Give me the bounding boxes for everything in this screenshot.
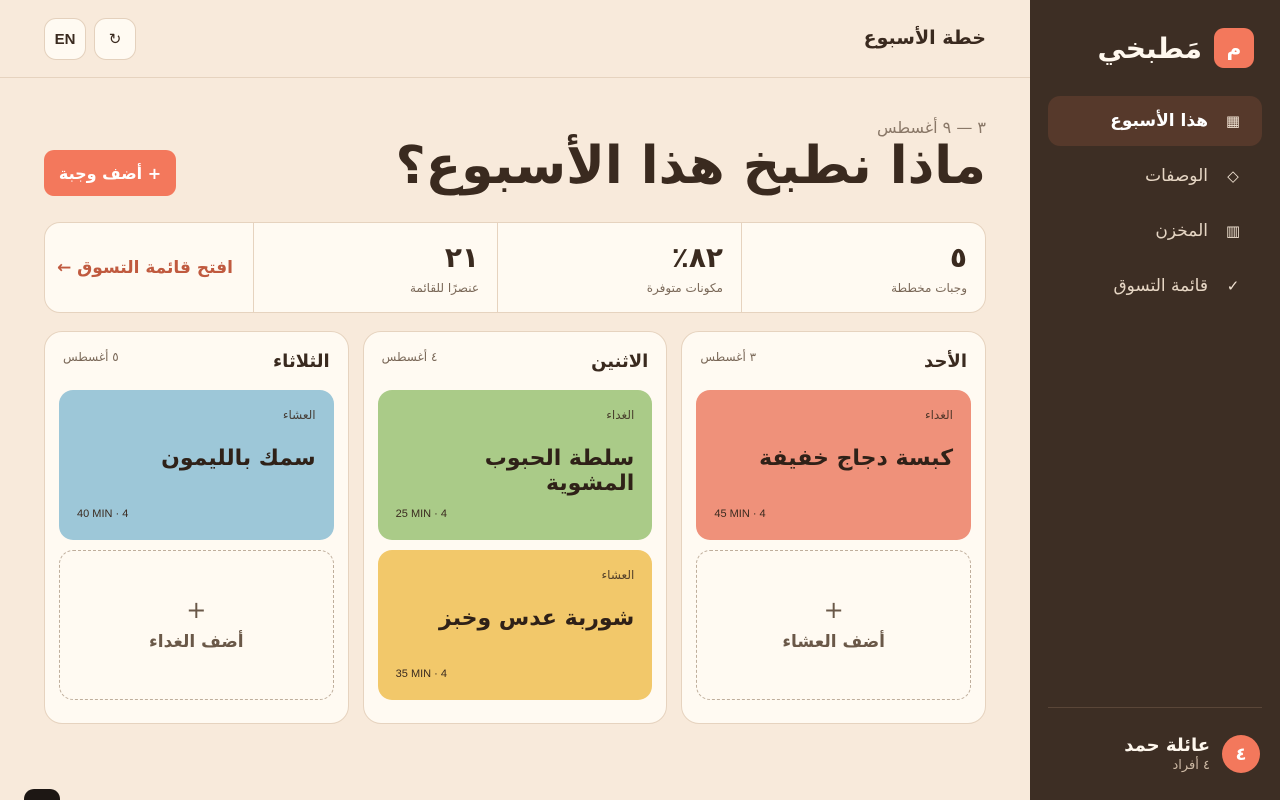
family-info: عائلة حمد ٤ أفراد	[1124, 735, 1210, 773]
meal-meta: 40 MIN · 4	[76, 508, 129, 520]
day-header: الاثنين ٤ أغسطس	[378, 332, 653, 390]
add-lunch-slot[interactable]: + أضف الغداء	[58, 550, 334, 700]
day-name: الثلاثاء	[272, 350, 330, 372]
add-slot-label: أضف الغداء	[149, 632, 244, 652]
meal-type: الغداء	[924, 408, 953, 422]
day-header: الأحد ٣ أغسطس	[696, 332, 971, 390]
avatar: ٤	[1222, 735, 1260, 773]
sidebar-nav: ▦ هذا الأسبوع ◇ الوصفات ▥ المخزن ✓ قائمة…	[1048, 96, 1262, 316]
add-dinner-slot[interactable]: + أضف العشاء	[696, 550, 971, 700]
refresh-button[interactable]: ↻	[94, 18, 136, 60]
topbar-title: خطة الأسبوع	[863, 27, 986, 49]
brand[interactable]: م مَطبخي	[1097, 28, 1254, 68]
meal-meta: 45 MIN · 4	[714, 508, 766, 520]
stats-bar: ٥ وجبات مخططة ٨٢٪ مكونات متوفرة ٢١ عنصرً…	[44, 222, 986, 313]
stat-label: مكونات متوفرة	[646, 280, 723, 295]
sidebar: م مَطبخي ▦ هذا الأسبوع ◇ الوصفات ▥ المخز…	[1030, 0, 1280, 800]
calendar-grid-icon: ▦	[1225, 112, 1241, 130]
meal-meta: 35 MIN · 4	[395, 668, 448, 680]
stat-value: ٢١	[444, 241, 479, 274]
sidebar-item-label: هذا الأسبوع	[1110, 111, 1208, 131]
stat-available-ingredients: ٨٢٪ مكونات متوفرة	[497, 223, 741, 312]
sidebar-item-label: قائمة التسوق	[1113, 276, 1208, 296]
language-toggle-button[interactable]: EN	[44, 18, 86, 60]
meal-type: العشاء	[282, 408, 316, 422]
plus-icon: +	[823, 596, 844, 624]
day-column-sunday: الأحد ٣ أغسطس الغداء كبسة دجاج خفيفة 45 …	[681, 331, 986, 724]
meal-name: شوربة عدس وخبز	[439, 606, 635, 631]
stat-value: ٨٢٪	[671, 241, 723, 274]
day-column-monday: الاثنين ٤ أغسطس الغداء سلطة الحبوب المشو…	[362, 331, 668, 724]
day-name: الاثنين	[591, 350, 649, 372]
pantry-icon: ▥	[1225, 222, 1241, 240]
sidebar-item-label: المخزن	[1155, 221, 1208, 241]
meal-meta: 25 MIN · 4	[395, 508, 448, 520]
meal-card[interactable]: العشاء سمك بالليمون 40 MIN · 4	[58, 390, 334, 540]
brand-logo-icon: م	[1214, 28, 1254, 68]
week-days: الأحد ٣ أغسطس الغداء كبسة دجاج خفيفة 45 …	[43, 331, 986, 724]
day-date: ٣ أغسطس	[700, 350, 757, 364]
sidebar-item-label: الوصفات	[1145, 166, 1208, 186]
refresh-icon: ↻	[108, 30, 122, 48]
meal-card[interactable]: العشاء شوربة عدس وخبز 35 MIN · 4	[377, 550, 653, 700]
meal-card[interactable]: الغداء سلطة الحبوب المشوية 25 MIN · 4	[377, 390, 653, 540]
sidebar-item-recipes[interactable]: ◇ الوصفات	[1048, 151, 1262, 201]
date-range: ٣ — ٩ أغسطس	[876, 118, 986, 137]
meal-name: كبسة دجاج خفيفة	[759, 446, 953, 471]
help-chip[interactable]	[24, 789, 60, 800]
add-slot-label: أضف العشاء	[782, 632, 885, 652]
day-date: ٥ أغسطس	[62, 350, 119, 364]
meal-name: سمك بالليمون	[161, 446, 316, 471]
sidebar-item-shopping-list[interactable]: ✓ قائمة التسوق	[1048, 261, 1262, 311]
day-column-tuesday: الثلاثاء ٥ أغسطس العشاء سمك بالليمون 40 …	[43, 331, 349, 724]
stat-label: وجبات مخططة	[891, 280, 967, 295]
plus-icon: +	[186, 596, 207, 624]
day-date: ٤ أغسطس	[381, 350, 438, 364]
family-members-count: ٤ أفراد	[1172, 758, 1210, 773]
meal-type: العشاء	[601, 568, 635, 582]
sidebar-item-this-week[interactable]: ▦ هذا الأسبوع	[1048, 96, 1262, 146]
stat-label: عنصرًا للقائمة	[409, 280, 479, 295]
sidebar-item-pantry[interactable]: ▥ المخزن	[1048, 206, 1262, 256]
day-header: الثلاثاء ٥ أغسطس	[59, 332, 334, 390]
meal-type: الغداء	[606, 408, 635, 422]
stat-planned-meals: ٥ وجبات مخططة	[741, 223, 985, 312]
family-profile[interactable]: ٤ عائلة حمد ٤ أفراد	[1048, 707, 1262, 800]
diamond-icon: ◇	[1227, 167, 1239, 185]
page-title: ماذا نطبخ هذا الأسبوع؟	[395, 136, 986, 196]
meal-name: سلطة الحبوب المشوية	[484, 446, 635, 496]
day-name: الأحد	[924, 350, 967, 372]
check-icon: ✓	[1226, 277, 1240, 295]
open-shopping-list-link[interactable]: افتح قائمة التسوق ←	[45, 223, 253, 312]
add-meal-button[interactable]: + أضف وجبة	[44, 150, 176, 196]
stat-list-items: ٢١ عنصرًا للقائمة	[253, 223, 497, 312]
topbar: خطة الأسبوع ↻ EN	[0, 0, 1030, 78]
stat-value: ٥	[949, 241, 967, 274]
meal-card[interactable]: الغداء كبسة دجاج خفيفة 45 MIN · 4	[696, 390, 971, 540]
family-name: عائلة حمد	[1124, 735, 1210, 756]
brand-name: مَطبخي	[1097, 31, 1202, 65]
